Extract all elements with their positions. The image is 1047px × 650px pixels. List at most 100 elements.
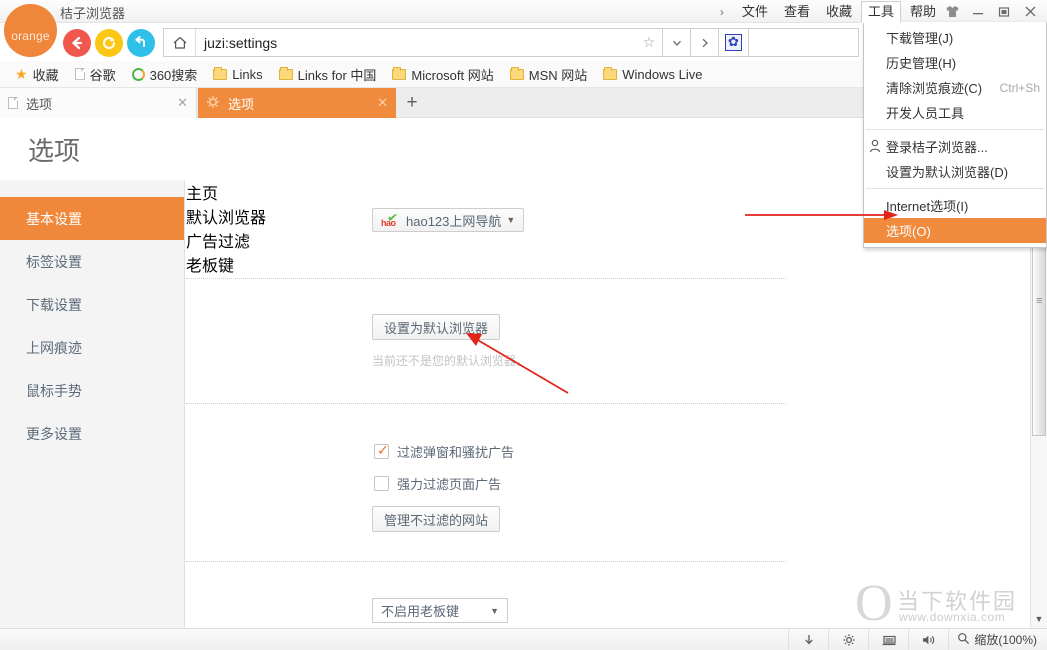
title-bar: 桔子浏览器 › 文件 查看 收藏 工具 帮助 (0, 0, 1047, 23)
menu-item-shortcut: Ctrl+Sh (1000, 81, 1040, 95)
new-tab-button[interactable]: + (400, 92, 424, 114)
sound-icon[interactable] (908, 629, 948, 650)
bookmark-label: MSN 网站 (529, 65, 588, 84)
homepage-select-button[interactable]: hao✔ hao123上网导航 ▼ (372, 208, 524, 232)
menu-set-default-browser[interactable]: 设置为默认浏览器(D) (864, 159, 1046, 184)
bookmark-label: 360搜索 (150, 65, 198, 84)
menu-item-file[interactable]: 文件 (735, 1, 775, 23)
menu-bar: › 文件 查看 收藏 工具 帮助 (720, 0, 944, 23)
address-bar[interactable]: juzi:settings ☆ (163, 28, 663, 57)
undo-close-tab-button[interactable] (127, 29, 155, 57)
tab-label: 选项 (18, 94, 177, 113)
reload-button[interactable] (95, 29, 123, 57)
checkbox-checked-icon[interactable] (374, 444, 389, 459)
page-icon (75, 68, 85, 80)
gear-icon[interactable] (828, 629, 868, 650)
close-button[interactable] (1017, 0, 1043, 23)
checkbox-label: 强力过滤页面广告 (397, 474, 501, 493)
menu-developer-tools[interactable]: 开发人员工具 (864, 100, 1046, 125)
menu-options[interactable]: 选项(O) (864, 218, 1046, 243)
bookmark-google[interactable]: 谷歌 (68, 63, 123, 86)
gear-icon (206, 95, 220, 112)
menu-download-manager[interactable]: 下载管理(J) (864, 25, 1046, 50)
menu-item-label: 开发人员工具 (886, 103, 964, 122)
menu-overflow-chevron-icon[interactable]: › (720, 5, 724, 19)
boss-key-select[interactable]: 不启用老板键 ▼ (372, 598, 508, 623)
tab-options-inactive[interactable]: 选项 ✕ (0, 88, 197, 118)
chevron-down-icon: ▼ (490, 606, 499, 616)
home-icon[interactable] (164, 29, 196, 56)
checkbox-unchecked-icon[interactable] (374, 476, 389, 491)
menu-history-manager[interactable]: 历史管理(H) (864, 50, 1046, 75)
bookmark-favorites[interactable]: ★ 收藏 (8, 63, 66, 86)
sidebar-item-label: 上网痕迹 (26, 338, 82, 358)
folder-icon (603, 69, 617, 80)
skin-icon[interactable] (939, 0, 965, 23)
settings-sidebar: 基本设置 标签设置 下载设置 上网痕迹 鼠标手势 更多设置 (0, 180, 185, 629)
menu-internet-options[interactable]: Internet选项(I) (864, 193, 1046, 218)
baidu-paw-icon[interactable] (719, 28, 749, 57)
bookmark-windows-live[interactable]: Windows Live (596, 65, 709, 84)
menu-item-view[interactable]: 查看 (777, 1, 817, 23)
sidebar-item-browsing-history[interactable]: 上网痕迹 (0, 326, 184, 369)
chevron-down-icon: ▼ (506, 215, 515, 225)
folder-icon (213, 69, 227, 80)
minimize-button[interactable] (965, 0, 991, 23)
maximize-button[interactable] (991, 0, 1017, 23)
sidebar-item-label: 基本设置 (26, 209, 82, 229)
sidebar-item-download-settings[interactable]: 下载设置 (0, 283, 184, 326)
bookmark-links-for-china[interactable]: Links for 中国 (272, 63, 384, 86)
sidebar-item-tab-settings[interactable]: 标签设置 (0, 240, 184, 283)
default-browser-note: 当前还不是您的默认浏览器。 (372, 352, 528, 369)
search-box[interactable] (749, 28, 859, 57)
bookmark-label: Windows Live (622, 67, 702, 82)
brand-title: 桔子浏览器 (60, 3, 125, 22)
tab-close-icon[interactable]: ✕ (177, 95, 188, 111)
zoom-status[interactable]: 缩放(100%) (948, 629, 1047, 650)
set-default-browser-button[interactable]: 设置为默认浏览器 (372, 314, 500, 340)
tab-label: 选项 (220, 94, 377, 113)
folder-icon (392, 69, 406, 80)
bookmark-label: Links for 中国 (298, 65, 377, 84)
address-input[interactable]: juzi:settings (196, 35, 636, 51)
ad-filter-popup-checkbox-row[interactable]: 过滤弹窗和骚扰广告 (374, 442, 514, 461)
menu-item-tools[interactable]: 工具 (861, 1, 901, 23)
tab-close-icon[interactable]: ✕ (377, 95, 388, 111)
folder-icon (510, 69, 524, 80)
bookmark-label: 收藏 (33, 65, 59, 84)
go-button[interactable] (691, 28, 719, 57)
menu-clear-browsing-traces[interactable]: 清除浏览痕迹(C) Ctrl+Sh (864, 75, 1046, 100)
menu-separator (866, 188, 1044, 189)
sidebar-item-basic-settings[interactable]: 基本设置 (0, 197, 184, 240)
menu-item-help[interactable]: 帮助 (903, 1, 943, 23)
bookmark-360search[interactable]: 360搜索 (125, 63, 205, 86)
tools-dropdown-menu: 下载管理(J) 历史管理(H) 清除浏览痕迹(C) Ctrl+Sh 开发人员工具… (863, 22, 1047, 248)
bookmark-label: 谷歌 (90, 65, 116, 84)
menu-sign-in[interactable]: 登录桔子浏览器... (864, 134, 1046, 159)
bookmark-msn-site[interactable]: MSN 网站 (503, 63, 595, 86)
window-mode-icon[interactable] (868, 629, 908, 650)
page-title: 选项 (28, 131, 80, 168)
sidebar-item-more-settings[interactable]: 更多设置 (0, 412, 184, 455)
bookmark-star-icon[interactable]: ☆ (636, 34, 662, 51)
download-icon[interactable] (788, 629, 828, 650)
menu-separator (866, 129, 1044, 130)
back-button[interactable] (63, 29, 91, 57)
address-dropdown-button[interactable] (663, 28, 691, 57)
sidebar-item-mouse-gestures[interactable]: 鼠标手势 (0, 369, 184, 412)
360-icon (132, 68, 145, 81)
tab-options-active[interactable]: 选项 ✕ (198, 88, 396, 118)
manage-unfiltered-sites-button[interactable]: 管理不过滤的网站 (372, 506, 500, 532)
menu-item-label: 设置为默认浏览器(D) (886, 162, 1008, 181)
bookmark-links[interactable]: Links (206, 65, 269, 84)
divider (186, 278, 786, 279)
scroll-down-arrow-icon[interactable]: ▼ (1032, 611, 1046, 627)
bookmark-microsoft-site[interactable]: Microsoft 网站 (385, 63, 500, 86)
hao123-icon: hao✔ (381, 212, 401, 228)
menu-item-favorites[interactable]: 收藏 (819, 1, 859, 23)
status-bar: 缩放(100%) (0, 628, 1047, 650)
logo-label: orange (11, 29, 50, 43)
ad-filter-strong-checkbox-row[interactable]: 强力过滤页面广告 (374, 474, 501, 493)
menu-item-label: 清除浏览痕迹(C) (886, 78, 982, 97)
sidebar-item-label: 标签设置 (26, 252, 82, 272)
